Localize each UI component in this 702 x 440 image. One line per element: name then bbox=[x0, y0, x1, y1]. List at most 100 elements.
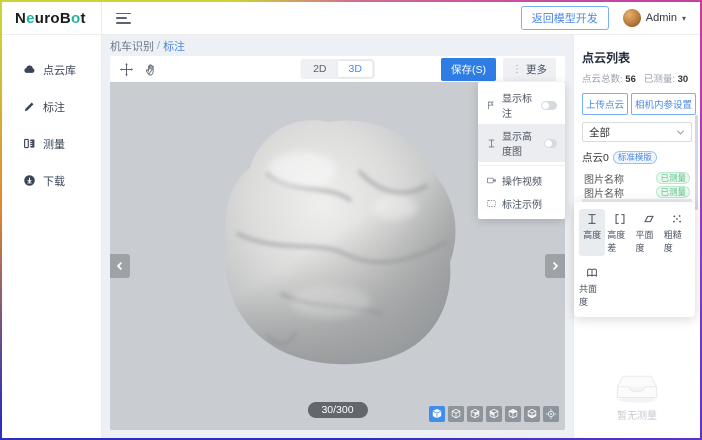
tool-coplanarity[interactable]: 共面度 bbox=[579, 263, 605, 310]
canvas-toolbar-right: 保存(S) ⋮ 更多 bbox=[441, 58, 556, 81]
top-header: 返回模型开发 Admin ▾ bbox=[102, 2, 700, 35]
camera-intrinsics-button[interactable]: 相机内参设置 bbox=[631, 93, 696, 115]
empty-inbox-icon bbox=[609, 368, 665, 404]
sidebar-item-label: 测量 bbox=[43, 136, 65, 152]
pointcloud-panel: 点云列表 点云总数: 56 已测量: 30 上传点云 相机内参设置 全部 点云0… bbox=[573, 35, 700, 438]
reset-view-button[interactable] bbox=[543, 406, 559, 422]
total-stat: 点云总数: 56 bbox=[582, 71, 636, 85]
flatness-icon bbox=[642, 212, 656, 226]
empty-state: 暂无测量 bbox=[582, 307, 692, 430]
logo-letter: t bbox=[80, 10, 85, 27]
header-right: 返回模型开发 Admin ▾ bbox=[521, 6, 686, 30]
total-label: 点云总数: bbox=[582, 74, 623, 85]
user-menu[interactable]: Admin ▾ bbox=[623, 9, 686, 27]
height-diff-icon bbox=[613, 212, 627, 226]
tool-label: 高度 bbox=[583, 228, 601, 241]
next-image-arrow[interactable] bbox=[545, 254, 565, 278]
app-window: NeuroBot 点云库 标注 测量 下载 返 bbox=[2, 2, 700, 438]
image-row[interactable]: 图片名称 已测量 bbox=[582, 185, 692, 199]
ellipsis-icon: ⋮ bbox=[512, 64, 522, 75]
logo-letter: ur bbox=[35, 10, 51, 27]
main-area: 机车识别 / 标注 2D 3D bbox=[102, 35, 573, 438]
collapse-menu-icon[interactable] bbox=[116, 13, 131, 24]
empty-text: 暂无测量 bbox=[617, 407, 657, 422]
cube-icon bbox=[488, 408, 500, 420]
template-tag: 标准模版 bbox=[613, 151, 657, 164]
tool-height-diff[interactable]: 高度差 bbox=[607, 209, 633, 256]
more-button[interactable]: ⋮ 更多 bbox=[503, 58, 556, 81]
save-button[interactable]: 保存(S) bbox=[441, 58, 496, 81]
tool-label: 共面度 bbox=[579, 282, 605, 308]
tool-height[interactable]: 高度 bbox=[579, 209, 605, 256]
move-tool-icon[interactable] bbox=[119, 62, 134, 77]
filter-value: 全部 bbox=[589, 125, 610, 140]
sidebar-menu: 点云库 标注 测量 下载 bbox=[2, 35, 101, 199]
measured-label: 已测量: bbox=[644, 74, 675, 85]
tool-roughness[interactable]: 粗糙度 bbox=[664, 209, 690, 256]
chevron-down-icon bbox=[676, 128, 685, 137]
tooth-3d-model[interactable] bbox=[210, 112, 460, 374]
view-right-button[interactable] bbox=[505, 406, 521, 422]
panel-scrollbar[interactable] bbox=[695, 115, 698, 210]
sidebar-item-download[interactable]: 下载 bbox=[2, 162, 101, 199]
chevron-left-icon bbox=[115, 261, 125, 271]
image-pager-badge: 30/300 bbox=[307, 402, 367, 418]
canvas-toolbar: 2D 3D 保存(S) ⋮ 更多 bbox=[110, 56, 565, 82]
cloud-icon bbox=[23, 63, 36, 76]
measured-stat: 已测量: 30 bbox=[644, 71, 688, 85]
panel-title: 点云列表 bbox=[582, 49, 692, 66]
sidebar-item-pointcloud-library[interactable]: 点云库 bbox=[2, 51, 101, 88]
sidebar-item-label: 标注 bbox=[43, 99, 65, 115]
prev-image-arrow[interactable] bbox=[110, 254, 130, 278]
filter-select[interactable]: 全部 bbox=[582, 122, 692, 142]
pointcloud-item[interactable]: 点云0 标准模版 bbox=[582, 150, 692, 165]
view-left-button[interactable] bbox=[486, 406, 502, 422]
view-top-button[interactable] bbox=[524, 406, 540, 422]
height-icon bbox=[585, 212, 599, 226]
cube-icon bbox=[431, 408, 443, 420]
chevron-down-icon: ▾ bbox=[682, 14, 686, 23]
breadcrumb-parent[interactable]: 机车识别 bbox=[110, 38, 154, 54]
measured-badge: 已测量 bbox=[656, 172, 690, 184]
menu-item-show-heightmap[interactable]: 显示高度图 bbox=[478, 124, 565, 162]
logo-letter: N bbox=[15, 10, 26, 27]
sidebar: NeuroBot 点云库 标注 测量 下载 bbox=[2, 2, 102, 438]
avatar bbox=[623, 9, 641, 27]
show-heightmap-toggle[interactable] bbox=[544, 139, 557, 148]
upload-pointcloud-button[interactable]: 上传点云 bbox=[582, 93, 628, 115]
view-front-button[interactable] bbox=[448, 406, 464, 422]
menu-item-annotation-example[interactable]: 标注示例 bbox=[478, 192, 565, 215]
total-value: 56 bbox=[625, 74, 636, 85]
menu-item-label: 操作视频 bbox=[502, 173, 542, 188]
menu-divider bbox=[478, 165, 565, 166]
tool-flatness[interactable]: 平面度 bbox=[636, 209, 662, 256]
menu-item-operation-video[interactable]: 操作视频 bbox=[478, 169, 565, 192]
show-annotations-toggle[interactable] bbox=[541, 101, 557, 110]
chevron-right-icon bbox=[550, 261, 560, 271]
measured-badge: 已测量 bbox=[656, 186, 690, 198]
mode-2d-button[interactable]: 2D bbox=[302, 61, 337, 77]
breadcrumb-separator: / bbox=[157, 40, 160, 52]
sidebar-item-label: 下载 bbox=[43, 173, 65, 189]
pan-hand-icon[interactable] bbox=[144, 62, 159, 77]
measure-tools-popover: 高度 高度差 平面度 粗糙度 bbox=[574, 202, 695, 317]
view-orientation-buttons bbox=[429, 406, 559, 422]
tool-label: 高度差 bbox=[607, 228, 633, 254]
breadcrumb-current: 标注 bbox=[163, 38, 185, 54]
tool-label: 粗糙度 bbox=[664, 228, 690, 254]
sidebar-item-measure[interactable]: 测量 bbox=[2, 125, 101, 162]
pen-icon bbox=[23, 100, 36, 113]
mode-3d-button[interactable]: 3D bbox=[338, 61, 373, 77]
video-icon bbox=[486, 175, 497, 186]
menu-item-label: 显示标注 bbox=[502, 90, 536, 120]
image-row[interactable]: 图片名称 已测量 bbox=[582, 171, 692, 185]
download-icon bbox=[23, 174, 36, 187]
logo-letter: o bbox=[50, 10, 59, 27]
view-iso-button[interactable] bbox=[429, 406, 445, 422]
crosshair-icon bbox=[545, 408, 557, 420]
sidebar-item-annotate[interactable]: 标注 bbox=[2, 88, 101, 125]
menu-item-show-annotations[interactable]: 显示标注 bbox=[478, 86, 565, 124]
back-to-model-dev-button[interactable]: 返回模型开发 bbox=[521, 6, 609, 30]
cube-icon bbox=[526, 408, 538, 420]
view-back-button[interactable] bbox=[467, 406, 483, 422]
